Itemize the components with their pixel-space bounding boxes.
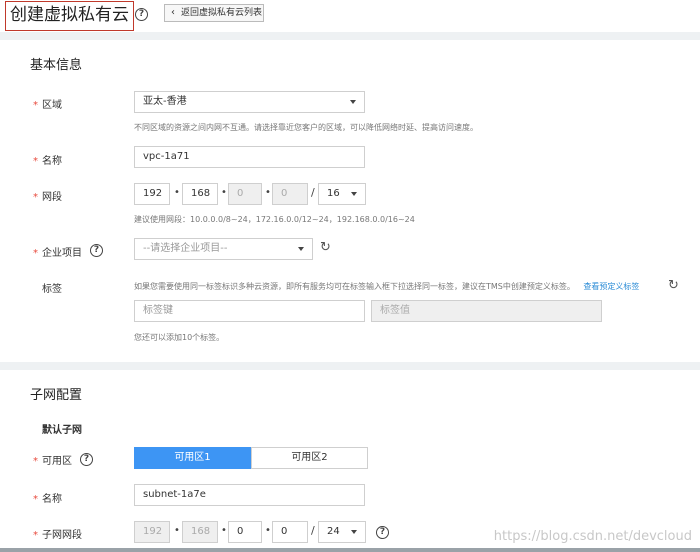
required-mark: * — [33, 530, 38, 541]
help-icon[interactable]: ? — [135, 8, 148, 21]
cidr-slash: / — [311, 524, 315, 537]
section-title-subnet: 子网配置 — [30, 388, 83, 403]
region-label: * 区域 — [33, 100, 62, 111]
cidr-label: * 网段 — [33, 192, 62, 203]
cidr-dot: • — [265, 525, 271, 536]
enterprise-project-select[interactable]: --请选择企业项目-- — [134, 238, 313, 260]
az-label: * 可用区 — [33, 456, 72, 467]
cidr-dot: • — [221, 525, 227, 536]
back-button-label: 返回虚拟私有云列表 — [181, 8, 263, 18]
cidr-dot: • — [221, 187, 227, 198]
az-option-1[interactable]: 可用区1 — [134, 447, 251, 469]
refresh-icon[interactable]: ↻ — [668, 278, 679, 293]
vpc-name-input[interactable]: vpc-1a71 — [134, 146, 365, 168]
chevron-down-icon — [350, 100, 356, 104]
enterprise-project-label: * 企业项目 — [33, 248, 82, 259]
az-option-2[interactable]: 可用区2 — [251, 447, 368, 469]
section-gap — [0, 362, 700, 370]
subnet-config-card: 子网配置 默认子网 * 可用区 ? 可用区1 可用区2 * 名称 subnet-1a… — [0, 370, 700, 552]
subnet-name-input[interactable]: subnet-1a7e — [134, 484, 365, 506]
help-icon[interactable]: ? — [90, 244, 103, 257]
required-mark: * — [33, 494, 38, 505]
cidr-dot: • — [265, 187, 271, 198]
tags-remaining-hint: 您还可以添加10个标签。 — [134, 333, 225, 342]
tag-key-input[interactable]: 标签键 — [134, 300, 365, 322]
required-mark: * — [33, 456, 38, 467]
help-icon[interactable]: ? — [80, 453, 93, 466]
watermark: https://blog.csdn.net/devcloud — [493, 529, 692, 544]
page-title: 创建虚拟私有云 — [5, 1, 134, 31]
region-hint: 不同区域的资源之间内网不互通。请选择靠近您客户的区域，可以降低网络时延、提高访问… — [134, 123, 478, 132]
predefined-tags-link[interactable]: 查看预定义标签 — [583, 282, 639, 291]
enterprise-placeholder: --请选择企业项目-- — [143, 243, 228, 254]
chevron-down-icon — [351, 192, 357, 196]
subnet-mask-select[interactable]: 24 — [318, 521, 366, 543]
subnet-octet-1: 192 — [134, 521, 170, 543]
top-bar: 创建虚拟私有云 ? ‹ 返回虚拟私有云列表 — [0, 0, 700, 32]
bottom-border — [0, 548, 700, 552]
cidr-octet-2[interactable]: 168 — [182, 183, 218, 205]
cidr-octet-4: 0 — [272, 183, 308, 205]
subnet-octet-2: 168 — [182, 521, 218, 543]
required-mark: * — [33, 248, 38, 259]
name-label: * 名称 — [33, 156, 62, 167]
section-title-basic: 基本信息 — [30, 58, 83, 73]
cidr-octet-3: 0 — [228, 183, 262, 205]
required-mark: * — [33, 192, 38, 203]
required-mark: * — [33, 156, 38, 167]
help-icon[interactable]: ? — [376, 526, 389, 539]
cidr-dot: • — [174, 187, 180, 198]
tags-label: 标签 — [42, 284, 62, 295]
chevron-down-icon — [351, 530, 357, 534]
section-gap — [0, 32, 700, 40]
subnet-name-label: * 名称 — [33, 494, 62, 505]
required-mark: * — [33, 100, 38, 111]
cidr-hint: 建议使用网段：10.0.0.0/8~24，172.16.0.0/12~24，19… — [134, 215, 415, 224]
region-value: 亚太-香港 — [143, 96, 187, 107]
tags-hint: 如果您需要使用同一标签标识多种云资源，即所有服务均可在标签输入框下拉选择同一标签… — [134, 281, 639, 292]
tag-value-input: 标签值 — [371, 300, 602, 322]
mask-value: 16 — [327, 188, 340, 199]
region-select[interactable]: 亚太-香港 — [134, 91, 365, 113]
subnet-octet-4[interactable]: 0 — [272, 521, 308, 543]
cidr-slash: / — [311, 186, 315, 199]
refresh-icon[interactable]: ↻ — [320, 240, 331, 255]
chevron-left-icon: ‹ — [171, 7, 175, 18]
subnet-octet-3[interactable]: 0 — [228, 521, 262, 543]
subnet-cidr-label: * 子网网段 — [33, 530, 82, 541]
default-subnet-label: 默认子网 — [42, 425, 82, 436]
cidr-dot: • — [174, 525, 180, 536]
basic-info-card: 基本信息 * 区域 亚太-香港 不同区域的资源之间内网不互通。请选择靠近您客户的区… — [0, 40, 700, 362]
mask-value: 24 — [327, 526, 340, 537]
chevron-down-icon — [298, 247, 304, 251]
tags-hint-text: 如果您需要使用同一标签标识多种云资源，即所有服务均可在标签输入框下拉选择同一标签… — [134, 282, 575, 291]
back-to-vpc-list-button[interactable]: ‹ 返回虚拟私有云列表 — [164, 4, 264, 22]
cidr-octet-1[interactable]: 192 — [134, 183, 170, 205]
cidr-mask-select[interactable]: 16 — [318, 183, 366, 205]
